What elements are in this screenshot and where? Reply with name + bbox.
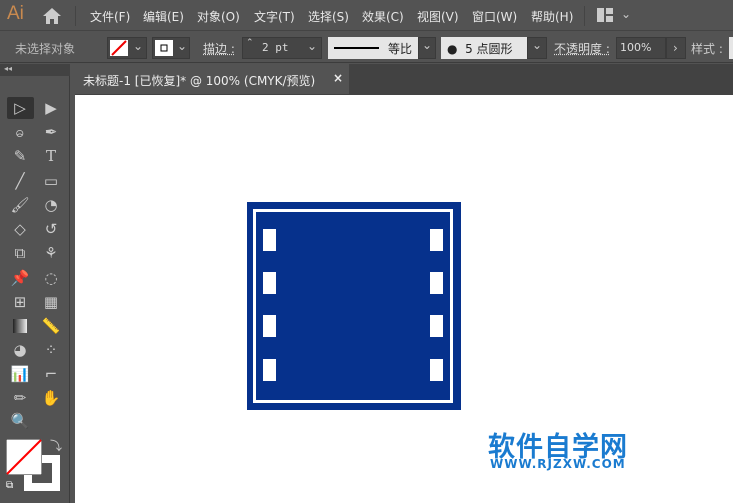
menu-object[interactable]: 对象(O) [197, 8, 240, 25]
app-logo: Ai [7, 3, 24, 24]
zoom-tool-icon[interactable]: 🔍 [9, 410, 31, 432]
mesh-tool-icon[interactable]: ▦ [40, 291, 62, 313]
stepper-icon[interactable]: ⌃ [246, 38, 254, 48]
chevron-down-icon[interactable]: ⌄ [418, 37, 436, 59]
style-label: 样式 : [691, 42, 723, 56]
collapse-panel-icon[interactable]: ◂◂ [0, 64, 70, 76]
inner-border [253, 209, 453, 403]
rectangle-tool-icon[interactable]: ▭ [40, 170, 62, 192]
stroke-label[interactable]: 描边 : [203, 40, 235, 57]
swap-colors-icon[interactable]: ⤵ [50, 437, 62, 454]
variable-width-profile[interactable]: 等比 [328, 37, 418, 59]
stroke-weight-input[interactable]: ⌃ 2 pt ⌄ [242, 37, 322, 59]
menu-bar: Ai 文件(F) 编辑(E) 对象(O) 文字(T) 选择(S) 效果(C) 视… [0, 0, 733, 31]
paintbrush-tool-icon[interactable]: 🖌 [9, 194, 31, 216]
shaper-tool-icon[interactable]: ◔ [40, 194, 62, 216]
artboard-tool-icon[interactable]: ⌐ [40, 363, 62, 385]
shape-builder-tool-icon[interactable]: ◕ [9, 339, 31, 361]
gradient-tool-icon[interactable] [9, 315, 31, 337]
chevron-right-icon[interactable]: › [666, 37, 686, 59]
selection-status: 未选择对象 [15, 42, 76, 56]
document-tab-title: 未标题-1 [已恢复]* @ 100% (CMYK/预览) [83, 74, 316, 88]
menu-view[interactable]: 视图(V) [417, 8, 459, 25]
pin-tool-icon[interactable]: 📌 [9, 267, 31, 289]
chevron-down-icon[interactable]: ⌄ [527, 37, 547, 59]
default-colors-icon[interactable]: ⧉ [6, 480, 13, 491]
menu-type[interactable]: 文字(T) [254, 8, 295, 25]
puppet-warp-tool-icon[interactable]: ⚘ [40, 242, 62, 264]
chevron-down-icon[interactable]: ⌄ [307, 39, 317, 53]
pen-tool-icon[interactable]: ✒ [40, 121, 62, 143]
eraser-tool-icon[interactable]: ◇ [9, 218, 31, 240]
selection-tool-icon[interactable]: ▷ [9, 97, 31, 119]
rotate-tool-icon[interactable]: ↺ [40, 218, 62, 240]
graph-tool-icon[interactable]: 📊 [9, 363, 31, 385]
menu-file[interactable]: 文件(F) [90, 8, 130, 25]
symbol-sprayer-tool-icon[interactable]: ⁘ [40, 339, 62, 361]
pencil-tool-icon[interactable]: ✏ [9, 387, 31, 409]
document-tab[interactable]: 未标题-1 [已恢复]* @ 100% (CMYK/预览) × [75, 64, 349, 94]
film-frame-artwork[interactable] [247, 202, 461, 410]
opacity-label[interactable]: 不透明度 : [554, 40, 610, 57]
toolbox: ◂◂ ▷ ▶ ဓ ✒ ✎ T ╱ ▭ 🖌 ◔ ◇ ↺ ⧉ ⚘ 📌 ◌ ⊞ ▦ 📏… [0, 64, 70, 503]
measure-tool-icon[interactable]: 📏 [40, 315, 62, 337]
line-tool-icon[interactable]: ╱ [9, 170, 31, 192]
lasso-tool-icon[interactable]: ◌ [40, 267, 62, 289]
chevron-down-icon[interactable]: ⌄ [621, 7, 631, 21]
perspective-grid-tool-icon[interactable]: ⊞ [9, 291, 31, 313]
menu-window[interactable]: 窗口(W) [472, 8, 517, 25]
stroke-swatch-dropdown[interactable]: ⌄ [152, 37, 190, 59]
artboard-canvas[interactable]: 软件自学网 WWW.RJZXW.COM [75, 95, 733, 503]
fill-swatch-dropdown[interactable]: ⌄ [107, 37, 147, 59]
stroke-icon [155, 40, 173, 56]
menu-effect[interactable]: 效果(C) [362, 8, 404, 25]
type-tool-icon[interactable]: T [40, 145, 62, 167]
magic-wand-tool-icon[interactable]: ဓ [9, 121, 31, 143]
watermark-url: WWW.RJZXW.COM [490, 457, 626, 471]
menu-select[interactable]: 选择(S) [308, 8, 349, 25]
fill-color-swatch[interactable] [6, 439, 42, 475]
scale-tool-icon[interactable]: ⧉ [9, 242, 31, 264]
style-swatch[interactable] [729, 37, 733, 59]
control-bar: 未选择对象 ⌄ ⌄ 描边 : ⌃ 2 pt ⌄ 等比 ⌄ ● 5 点圆形 ⌄ 不… [0, 32, 733, 63]
close-tab-icon[interactable]: × [333, 71, 343, 85]
menu-help[interactable]: 帮助(H) [531, 8, 573, 25]
hand-tool-icon[interactable]: ✋ [40, 387, 62, 409]
none-fill-icon [110, 40, 128, 56]
home-icon[interactable] [42, 7, 62, 25]
workspace-layout-icon[interactable] [597, 8, 613, 22]
menu-edit[interactable]: 编辑(E) [143, 8, 184, 25]
curvature-tool-icon[interactable]: ✎ [9, 145, 31, 167]
opacity-input[interactable]: 100% [616, 37, 666, 59]
brush-definition[interactable]: ● 5 点圆形 [441, 37, 527, 59]
direct-selection-tool-icon[interactable]: ▶ [40, 97, 62, 119]
